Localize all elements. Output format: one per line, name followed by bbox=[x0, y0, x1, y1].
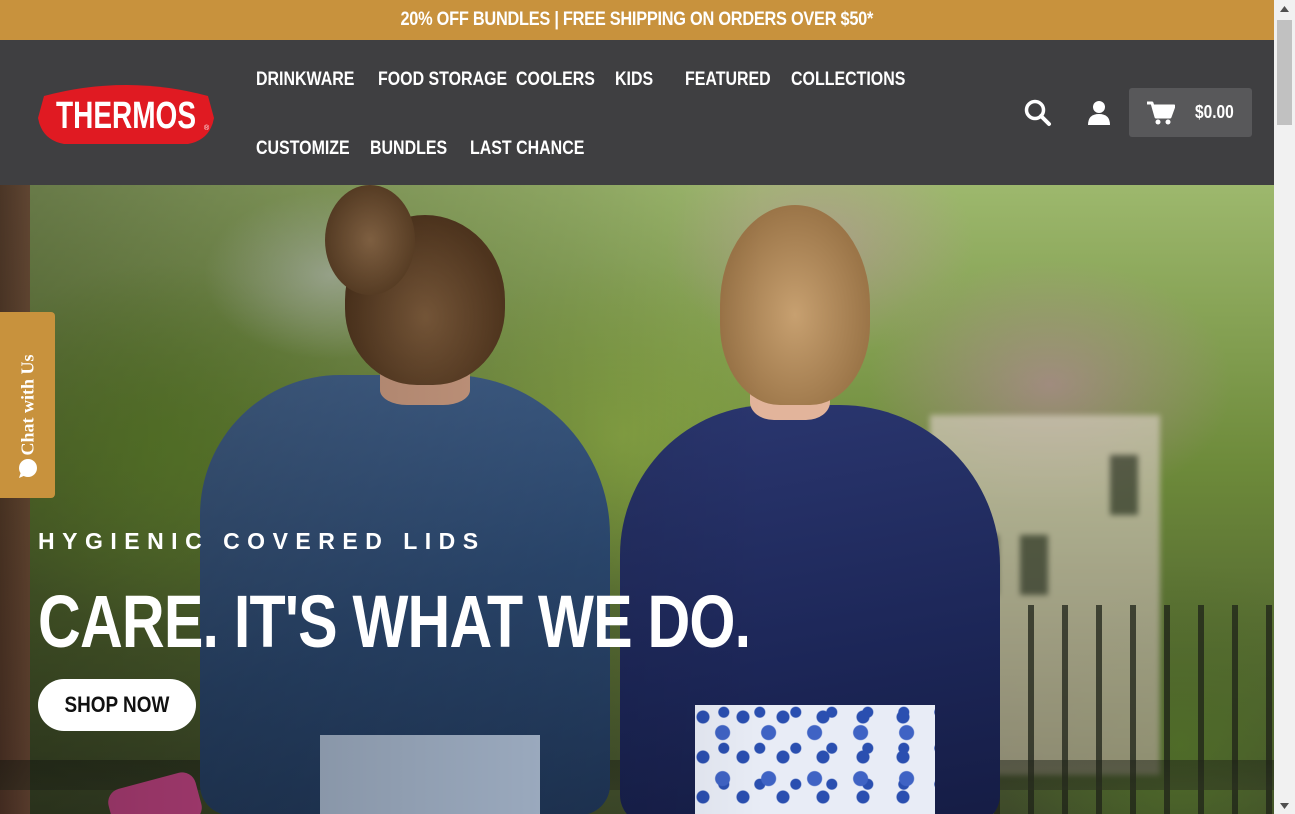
chat-with-us-tab[interactable]: Chat with Us bbox=[0, 312, 55, 498]
cart-button[interactable]: $0.00 bbox=[1129, 88, 1252, 137]
hero-title: CARE. IT'S WHAT WE DO. bbox=[38, 580, 751, 663]
scrollbar-thumb[interactable] bbox=[1277, 20, 1292, 125]
nav-item-last-chance[interactable]: LAST CHANCE bbox=[470, 138, 606, 160]
nav-item-drinkware[interactable]: DRINKWARE bbox=[256, 69, 373, 91]
nav-item-collections[interactable]: COLLECTIONS bbox=[791, 69, 927, 91]
svg-text:THERMOS: THERMOS bbox=[56, 95, 196, 137]
scroll-up-arrow-icon[interactable] bbox=[1274, 0, 1295, 17]
user-icon[interactable] bbox=[1087, 100, 1111, 126]
announcement-text[interactable]: 20% OFF BUNDLES | FREE SHIPPING ON ORDER… bbox=[401, 9, 874, 31]
nav-item-kids[interactable]: KIDS bbox=[615, 69, 660, 91]
chat-label: Chat with Us bbox=[17, 354, 38, 456]
hero-subtitle: HYGIENIC COVERED LIDS bbox=[38, 528, 486, 554]
page: 20% OFF BUNDLES | FREE SHIPPING ON ORDER… bbox=[0, 0, 1274, 814]
nav-item-coolers[interactable]: COOLERS bbox=[516, 69, 610, 91]
nav-item-bundles[interactable]: BUNDLES bbox=[370, 138, 462, 160]
cart-icon bbox=[1147, 101, 1176, 125]
cart-total: $0.00 bbox=[1195, 102, 1234, 122]
nav-item-customize[interactable]: CUSTOMIZE bbox=[256, 138, 368, 160]
nav-item-food-storage[interactable]: FOOD STORAGE bbox=[378, 69, 532, 91]
chat-bubble-icon bbox=[17, 457, 39, 479]
announcement-bar[interactable]: 20% OFF BUNDLES | FREE SHIPPING ON ORDER… bbox=[0, 0, 1274, 40]
search-icon[interactable] bbox=[1024, 99, 1052, 127]
scroll-down-arrow-icon[interactable] bbox=[1274, 797, 1295, 814]
nav-item-featured[interactable]: FEATURED bbox=[685, 69, 787, 91]
page-scrollbar[interactable] bbox=[1274, 0, 1295, 814]
hero-banner[interactable]: HYGIENIC COVERED LIDS CARE. IT'S WHAT WE… bbox=[0, 185, 1274, 814]
shop-now-button[interactable]: SHOP NOW bbox=[38, 679, 196, 731]
site-header: THERMOS ® DRINKWARE FOOD STORAGE COOLERS… bbox=[0, 40, 1274, 185]
svg-text:®: ® bbox=[204, 124, 210, 132]
thermos-logo[interactable]: THERMOS ® bbox=[38, 80, 214, 146]
